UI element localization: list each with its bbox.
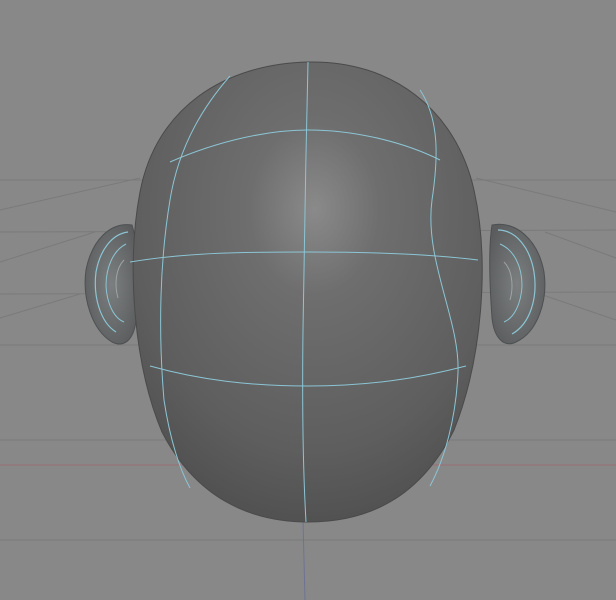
right-ear[interactable] bbox=[489, 223, 546, 345]
viewport-canvas[interactable] bbox=[0, 0, 616, 600]
z-axis-line bbox=[302, 519, 306, 600]
3d-viewport[interactable] bbox=[0, 0, 616, 600]
head-surface[interactable] bbox=[132, 61, 483, 523]
head-mesh[interactable] bbox=[129, 61, 483, 523]
left-ear[interactable] bbox=[84, 224, 139, 345]
